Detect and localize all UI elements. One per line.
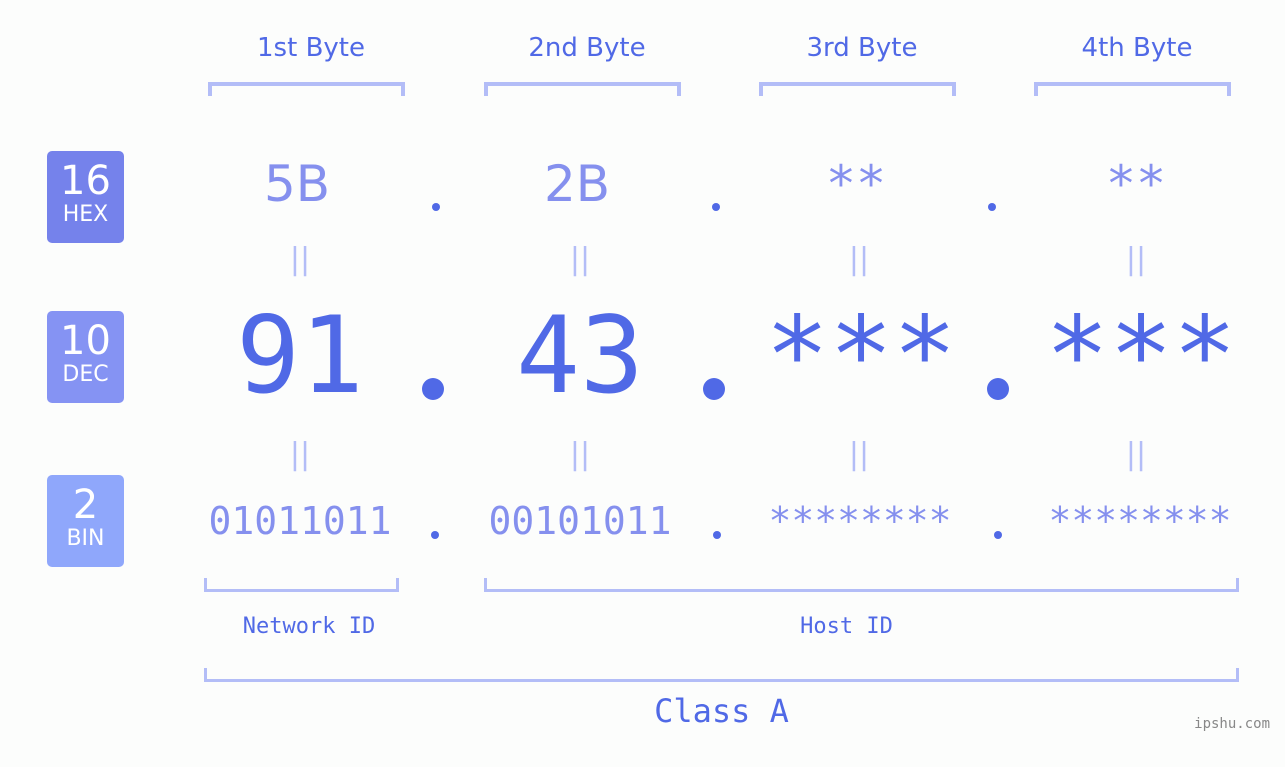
hex-byte-2: 2B [543, 155, 611, 213]
dec-dot-2 [703, 378, 725, 400]
byte-title-1: 1st Byte [257, 33, 365, 63]
bin-byte-3: ******** [768, 499, 952, 543]
bin-badge: 2 BIN [47, 475, 124, 567]
byte-bracket-2 [484, 82, 681, 96]
equals-dec-bin-1: || [289, 437, 311, 472]
equals-hex-dec-1: || [289, 242, 311, 277]
bin-byte-1: 01011011 [208, 499, 392, 543]
equals-dec-bin-2: || [569, 437, 591, 472]
bin-badge-label: BIN [66, 526, 105, 551]
dec-badge-label: DEC [62, 362, 109, 387]
equals-dec-bin-3: || [848, 437, 870, 472]
hex-badge: 16 HEX [47, 151, 124, 243]
host-id-label: Host ID [800, 614, 893, 639]
equals-hex-dec-3: || [848, 242, 870, 277]
hex-dot-3 [988, 203, 996, 211]
hex-byte-3: ** [825, 155, 887, 213]
dec-dot-3 [987, 378, 1009, 400]
host-id-bracket [484, 578, 1239, 592]
byte-title-3: 3rd Byte [806, 33, 918, 63]
bin-dot-1 [431, 531, 439, 539]
bin-byte-2: 00101011 [488, 499, 672, 543]
hex-dot-1 [432, 203, 440, 211]
equals-hex-dec-2: || [569, 242, 591, 277]
hex-byte-1: 5B [263, 155, 331, 213]
dec-byte-3: *** [765, 294, 957, 417]
byte-bracket-1 [208, 82, 405, 96]
equals-hex-dec-4: || [1125, 242, 1147, 277]
network-id-label: Network ID [242, 614, 376, 639]
equals-dec-bin-4: || [1125, 437, 1147, 472]
bin-dot-2 [713, 531, 721, 539]
hex-dot-2 [712, 203, 720, 211]
dec-dot-1 [422, 378, 444, 400]
byte-bracket-4 [1034, 82, 1231, 96]
class-bracket [204, 668, 1239, 682]
byte-title-2: 2nd Byte [528, 33, 646, 63]
dec-byte-4: *** [1045, 294, 1237, 417]
watermark: ipshu.com [1194, 716, 1270, 732]
hex-badge-label: HEX [62, 202, 109, 227]
bin-dot-3 [994, 531, 1002, 539]
class-label: Class A [654, 692, 789, 730]
dec-badge: 10 DEC [47, 311, 124, 403]
dec-byte-1: 91 [236, 294, 364, 417]
dec-badge-number: 10 [60, 318, 111, 364]
byte-bracket-3 [759, 82, 956, 96]
network-id-bracket [204, 578, 399, 592]
bin-byte-4: ******** [1048, 499, 1232, 543]
byte-title-4: 4th Byte [1081, 33, 1193, 63]
hex-badge-number: 16 [60, 158, 111, 204]
bin-badge-number: 2 [72, 482, 99, 528]
dec-byte-2: 43 [516, 294, 644, 417]
hex-byte-4: ** [1105, 155, 1167, 213]
